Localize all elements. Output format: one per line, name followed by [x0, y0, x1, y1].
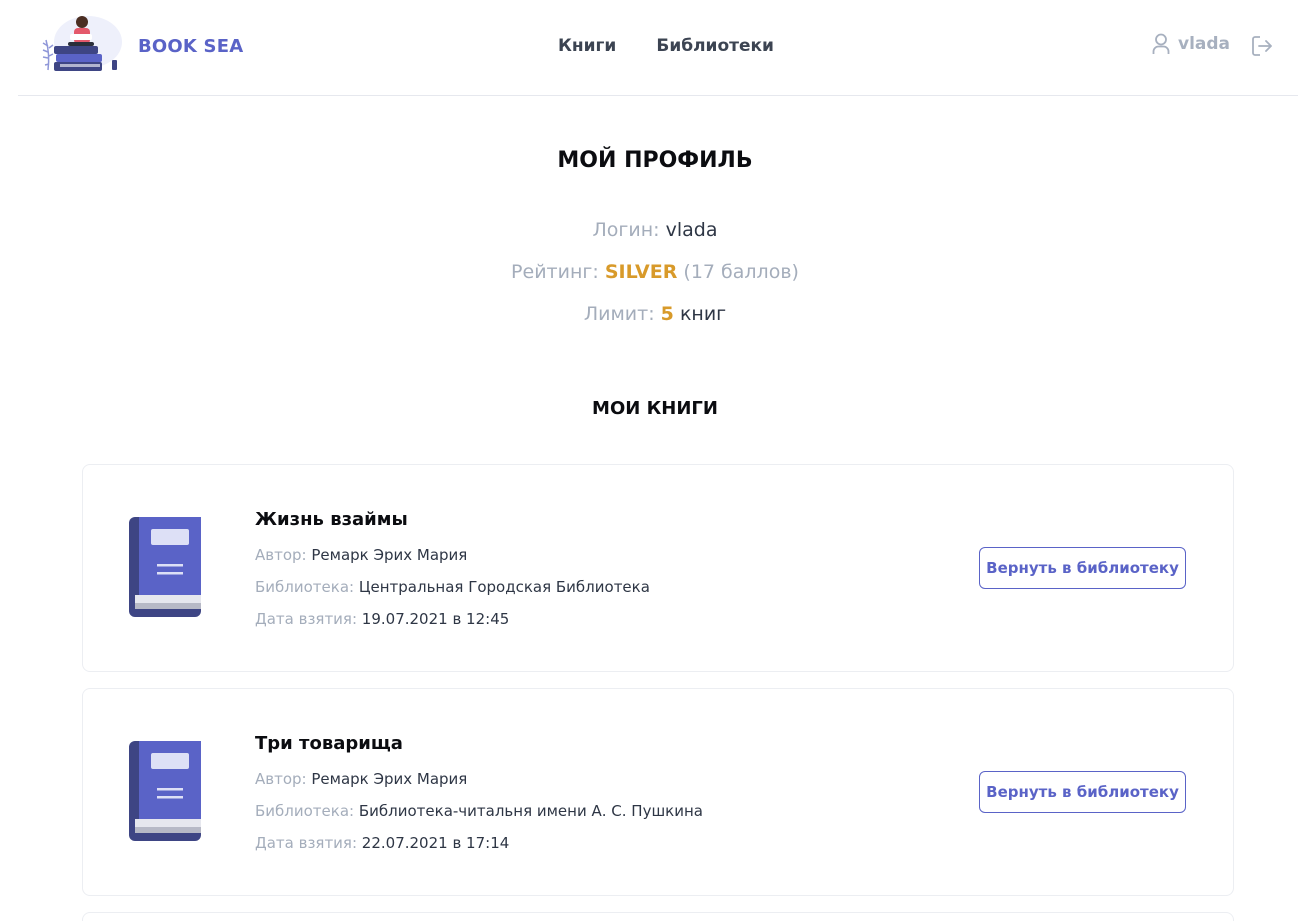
header: BOOK SEA Книги Библиотеки vlada	[18, 0, 1298, 96]
book-icon	[129, 741, 201, 841]
book-title: Три товарища	[255, 733, 403, 754]
book-date: Дата взятия: 19.07.2021 в 12:45	[255, 610, 509, 628]
logo-icon[interactable]	[40, 12, 124, 80]
main-nav: Книги Библиотеки	[558, 36, 774, 56]
author-label: Автор:	[255, 546, 307, 564]
book-card: Жизнь взаймы Автор: Ремарк Эрих Мария Би…	[82, 464, 1234, 672]
page-title: МОЙ ПРОФИЛЬ	[557, 148, 753, 173]
book-title: Жизнь взаймы	[255, 509, 408, 530]
library-value: Библиотека-читальня имени А. С. Пушкина	[358, 802, 703, 820]
book-date: Дата взятия: 22.07.2021 в 17:14	[255, 834, 509, 852]
username: vlada	[1178, 34, 1231, 54]
rating-value: SILVER	[604, 261, 678, 283]
date-value: 19.07.2021 в 12:45	[361, 610, 510, 628]
limit-label: Лимит:	[583, 303, 655, 325]
date-value: 22.07.2021 в 17:14	[361, 834, 510, 852]
limit-unit: книг	[679, 303, 727, 325]
logout-icon[interactable]	[1251, 35, 1273, 57]
author-value: Ремарк Эрих Мария	[311, 546, 468, 564]
return-book-button[interactable]: Вернуть в библиотеку	[979, 771, 1186, 813]
book-card-partial	[82, 912, 1234, 921]
rating-row: Рейтинг: SILVER (17 баллов)	[0, 261, 1310, 283]
rating-label: Рейтинг:	[511, 261, 599, 283]
library-label: Библиотека:	[255, 802, 355, 820]
book-author: Автор: Ремарк Эрих Мария	[255, 770, 467, 788]
nav-books[interactable]: Книги	[558, 36, 616, 56]
book-icon	[129, 517, 201, 617]
library-label: Библиотека:	[255, 578, 355, 596]
book-library: Библиотека: Библиотека-читальня имени А.…	[255, 802, 703, 820]
limit-row: Лимит: 5 книг	[0, 303, 1310, 325]
author-value: Ремарк Эрих Мария	[311, 770, 468, 788]
limit-value: 5	[660, 303, 674, 325]
library-value: Центральная Городская Библиотека	[358, 578, 650, 596]
brand-name[interactable]: BOOK SEA	[138, 36, 243, 57]
date-label: Дата взятия:	[255, 610, 358, 628]
login-value: vlada	[665, 219, 718, 241]
book-library: Библиотека: Центральная Городская Библио…	[255, 578, 650, 596]
rating-points: (17 баллов)	[683, 261, 799, 283]
user-icon	[1152, 33, 1170, 54]
author-label: Автор:	[255, 770, 307, 788]
login-row: Логин: vlada	[0, 219, 1310, 241]
user-menu[interactable]: vlada	[1152, 33, 1230, 55]
date-label: Дата взятия:	[255, 834, 358, 852]
login-label: Логин:	[592, 219, 660, 241]
book-author: Автор: Ремарк Эрих Мария	[255, 546, 467, 564]
nav-libraries[interactable]: Библиотеки	[656, 36, 774, 56]
book-card: Три товарища Автор: Ремарк Эрих Мария Би…	[82, 688, 1234, 896]
return-book-button[interactable]: Вернуть в библиотеку	[979, 547, 1186, 589]
my-books-title: МОИ КНИГИ	[592, 398, 718, 419]
